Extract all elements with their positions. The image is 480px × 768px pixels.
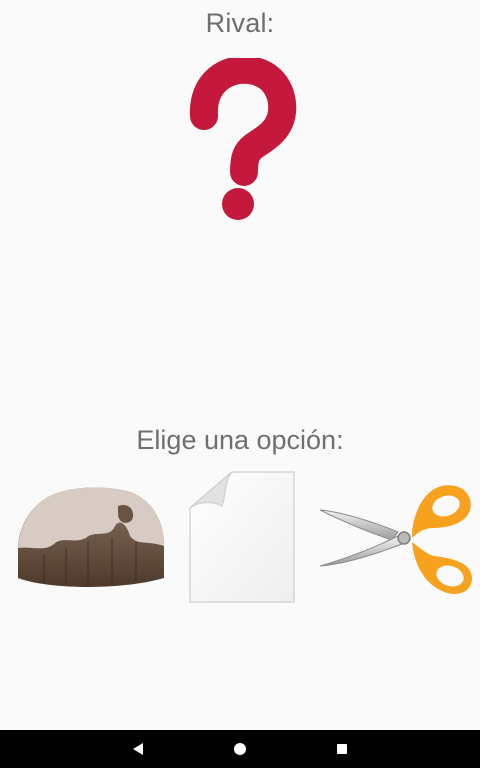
home-circle-icon — [234, 743, 246, 755]
back-triangle-icon — [133, 743, 143, 755]
scissors-icon — [319, 485, 472, 594]
home-button[interactable] — [216, 730, 264, 768]
system-navigation-bar — [0, 730, 480, 768]
recents-button[interactable] — [318, 730, 366, 768]
recents-square-icon — [337, 744, 347, 754]
rival-choice-question-mark-icon — [182, 55, 298, 224]
paper-icon — [189, 471, 295, 603]
rock-option-button[interactable] — [14, 466, 166, 606]
options-row — [0, 466, 480, 606]
rival-label: Rival: — [205, 8, 275, 38]
scissors-option-button[interactable] — [316, 466, 478, 606]
game-screen: Rival: Elige una opción: — [0, 0, 480, 768]
rock-icon — [18, 487, 164, 587]
paper-option-button[interactable] — [186, 466, 300, 606]
choose-option-label: Elige una opción: — [136, 425, 344, 455]
back-button[interactable] — [114, 730, 162, 768]
